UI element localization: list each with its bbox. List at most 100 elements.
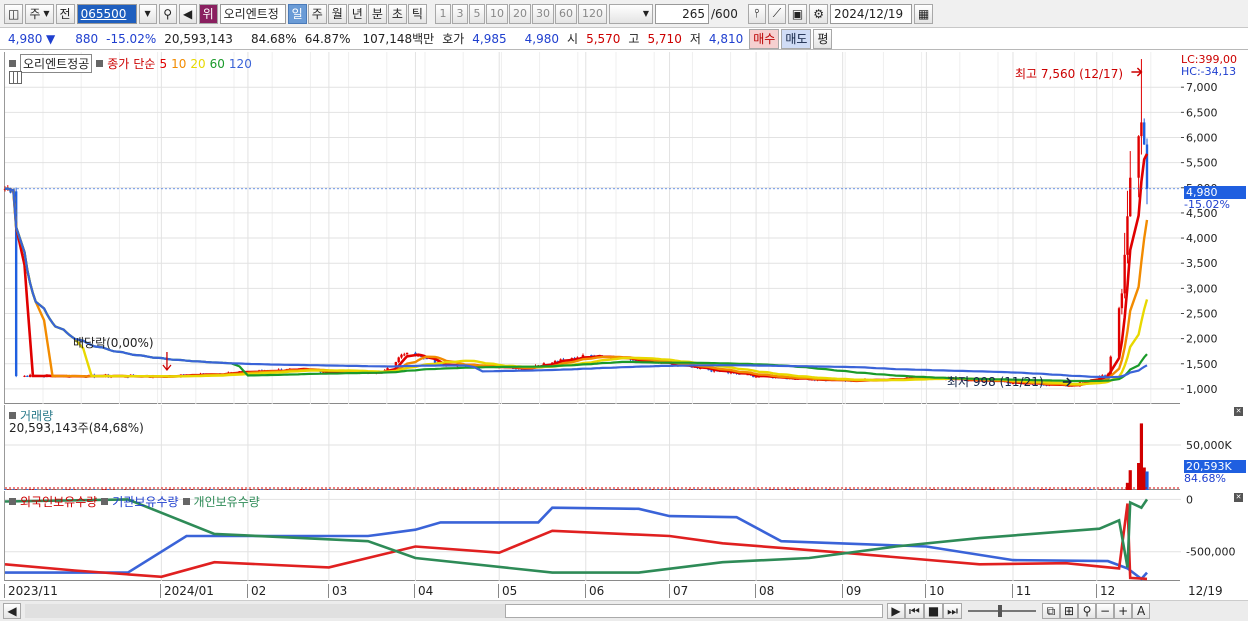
legend-inst: 기관보유수량	[112, 495, 179, 509]
sound-icon[interactable]: ◀	[178, 3, 197, 24]
volume-bar	[674, 489, 677, 490]
ma-line-120	[4, 187, 1148, 379]
legend-ma10: 10	[171, 56, 187, 71]
candle-body	[405, 352, 409, 355]
scroll-thumb[interactable]	[505, 604, 883, 618]
volume-bar	[950, 489, 953, 490]
scroll-right-icon[interactable]: ▶	[887, 603, 905, 619]
y-tick-label: 3,500	[1186, 257, 1218, 270]
count-input[interactable]: 265	[654, 3, 709, 24]
volume-tick-label: 50,000K	[1186, 439, 1232, 452]
volume-bar	[73, 489, 76, 490]
window-menu-icon[interactable]: ◫	[4, 3, 24, 24]
hoga-label: 호가	[442, 32, 465, 46]
text-icon[interactable]: A	[1132, 603, 1151, 619]
volume-bar	[933, 489, 936, 490]
buy-button[interactable]: 매수	[749, 28, 780, 49]
period-5[interactable]: 초	[387, 3, 407, 24]
zoom-out-icon[interactable]: −	[1096, 603, 1115, 619]
volume-bar	[679, 489, 682, 490]
draw-tool-icon[interactable]: ⟋	[767, 3, 786, 24]
volume-bar	[632, 489, 635, 490]
last-icon[interactable]: ⏭	[943, 603, 962, 619]
volume-bar	[473, 489, 476, 490]
zoom-icon[interactable]: ⚲	[1078, 603, 1097, 619]
volume-bar	[280, 489, 283, 490]
volume-pct-tag: 84.68%	[1184, 472, 1226, 485]
volume-bar	[729, 489, 732, 490]
x-tick-label: 05	[498, 584, 517, 598]
volume-bar	[461, 489, 464, 490]
volume-bar	[1062, 489, 1065, 490]
layout-icon[interactable]: ⧉	[1041, 603, 1060, 619]
avg-button[interactable]: 평	[813, 28, 833, 49]
volume-bar	[132, 489, 135, 490]
high-annotation: 최고 7,560 (12/17)	[1015, 67, 1124, 81]
hc-label: HC:-34,13	[1181, 65, 1237, 78]
minute-dropdown[interactable]: ▼	[608, 3, 653, 24]
save-icon[interactable]: ▣	[787, 3, 808, 24]
toolbar: ◫ 주 ▼ 전 065500 ▼ ⚲ ◀ 위 오리엔트정 일주월년분초틱 1351…	[0, 0, 1248, 28]
minute-120[interactable]: 120	[577, 3, 607, 24]
zoom-in-icon[interactable]: +	[1114, 603, 1133, 619]
period-3[interactable]: 년	[347, 3, 367, 24]
period-6[interactable]: 틱	[407, 3, 427, 24]
count-total: /600	[710, 6, 738, 21]
holdings-pane[interactable]: 외국인보유수량 기관보유수량 개인보유수량 ✕	[4, 491, 1243, 581]
zoom-slider[interactable]	[967, 605, 1036, 617]
volume-bar	[442, 489, 445, 490]
volume-bar	[244, 489, 247, 490]
code-dropdown-icon[interactable]: ▼	[138, 3, 157, 24]
volume-bar	[143, 489, 146, 490]
scroll-left-icon[interactable]: ◀	[3, 603, 21, 619]
minute-10[interactable]: 10	[485, 3, 508, 24]
volume-bar	[492, 489, 495, 490]
search-icon[interactable]: ⚲	[158, 3, 177, 24]
stop-icon[interactable]: ■	[923, 603, 944, 619]
type-select[interactable]: 주 ▼	[25, 3, 54, 24]
period-1[interactable]: 주	[307, 3, 327, 24]
tile-icon[interactable]: ⊞	[1059, 603, 1079, 619]
stock-code-input[interactable]: 065500	[76, 3, 137, 24]
minute-60[interactable]: 60	[554, 3, 577, 24]
stock-name-field[interactable]: 오리엔트정	[219, 3, 286, 24]
minute-20[interactable]: 20	[508, 3, 531, 24]
date-input[interactable]: 2024/12/19	[830, 3, 913, 24]
stock-badge[interactable]: 위	[198, 3, 218, 24]
minute-3[interactable]: 3	[451, 3, 468, 24]
y-tick-label: 6,000	[1186, 131, 1218, 144]
volume-bar	[305, 489, 308, 490]
volume-bar	[107, 489, 110, 490]
volume-bar	[218, 489, 221, 490]
period-0[interactable]: 일	[287, 3, 307, 24]
settings-icon[interactable]: ⚙	[809, 3, 829, 24]
minute-5[interactable]: 5	[468, 3, 485, 24]
volume-bar	[520, 489, 523, 490]
sell-button[interactable]: 매도	[781, 28, 812, 49]
minute-30[interactable]: 30	[531, 3, 554, 24]
period-4[interactable]: 분	[367, 3, 387, 24]
price-chart-pane[interactable]: 오리엔트정공 종가 단순 5 10 20 60 120 최고 7,560 (12…	[3, 52, 1181, 404]
volume-bar	[93, 489, 96, 490]
volume-bar	[1101, 489, 1104, 490]
scroll-track[interactable]	[25, 604, 883, 618]
minute-1[interactable]: 1	[434, 3, 451, 24]
candle-type-icon[interactable]: ⫯	[747, 3, 766, 24]
volume-bar	[718, 489, 721, 490]
legend-ma20: 20	[190, 56, 206, 71]
volume-bar	[1109, 489, 1112, 490]
grid-toggle-icon[interactable]	[9, 71, 22, 84]
volume-bar	[757, 489, 760, 490]
volume-pane[interactable]: 거래량 20,593,143주(84,68%) ✕	[4, 405, 1243, 490]
x-tick-label: 12	[1096, 584, 1115, 598]
volume-bar	[202, 489, 205, 490]
scroll-bar[interactable]: ◀ ▶ ⏮ ■ ⏭ ⧉ ⊞ ⚲ − + A	[0, 600, 1248, 621]
volume-bar	[456, 489, 459, 490]
prev-button[interactable]: 전	[55, 3, 75, 24]
calendar-icon[interactable]: ▦	[914, 3, 934, 24]
y-tick-label: 6,500	[1186, 106, 1218, 119]
period-2[interactable]: 월	[327, 3, 347, 24]
first-icon[interactable]: ⏮	[905, 603, 924, 619]
candle-body	[397, 357, 400, 362]
hoga-ask: 4,985	[472, 31, 507, 46]
